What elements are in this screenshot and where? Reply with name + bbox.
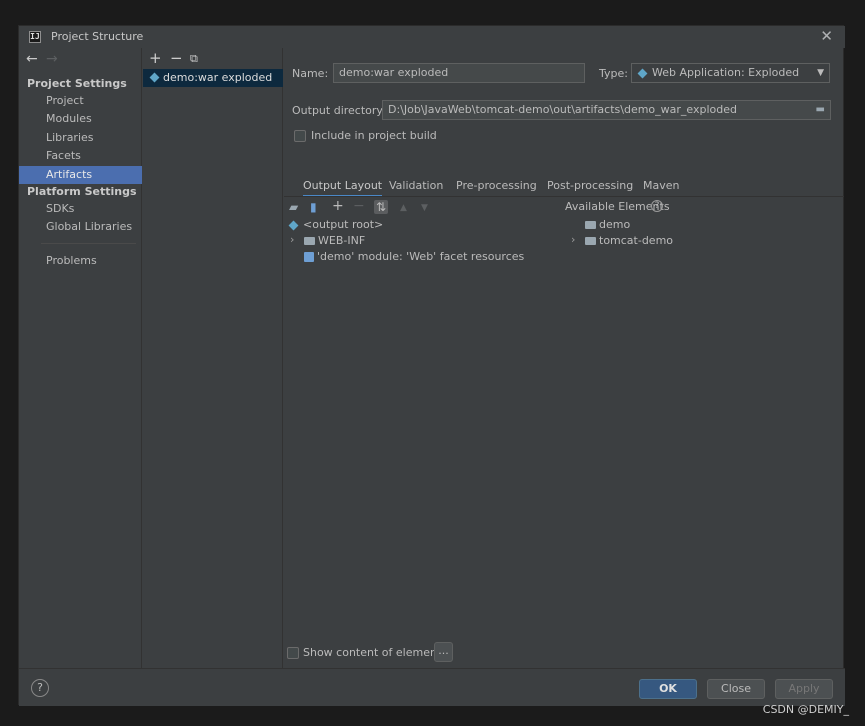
archive-icon[interactable]: ▮ [310,200,317,214]
sidebar-item-project[interactable]: Project [19,92,142,110]
sidebar-item-facets[interactable]: Facets [19,147,142,165]
tree-output-root[interactable]: <output root> [288,217,384,233]
remove-icon[interactable]: − [353,198,365,214]
chevron-down-icon: ▼ [817,68,824,78]
move-up-icon[interactable]: ▲ [400,203,407,213]
output-root-label: <output root> [303,218,384,231]
web-inf-label: WEB-INF [318,234,366,247]
output-dir-label: Output directory: [292,104,386,117]
tab-pre-processing[interactable]: Pre-processing [456,179,537,197]
available-tomcat-demo-label: tomcat-demo [599,234,674,247]
artifact-label: demo:war exploded [163,71,273,84]
name-label: Name: [292,67,329,80]
dialog-button-bar: ? OK Close Apply [19,668,845,706]
show-content-checkbox[interactable] [287,647,299,659]
add-icon[interactable]: + [149,49,162,67]
available-item-tomcat-demo[interactable]: tomcat-demo [585,233,673,249]
watermark: CSDN @DEMIY_ [762,703,849,716]
folder-icon [304,237,315,245]
help-button[interactable]: ? [31,679,49,697]
forward-arrow-icon[interactable]: → [46,51,58,67]
back-arrow-icon[interactable]: ← [26,51,38,67]
sidebar-item-modules[interactable]: Modules [19,110,142,128]
title-bar: IJ Project Structure ✕ [19,26,845,48]
show-content-options-button[interactable]: ... [434,642,453,662]
type-value: Web Application: Exploded [652,66,800,79]
chevron-right-icon[interactable]: › [571,233,575,246]
tab-post-processing[interactable]: Post-processing [547,179,633,197]
window-title: Project Structure [51,30,144,43]
project-structure-dialog: IJ Project Structure ✕ ← → Project Setti… [18,25,845,706]
browse-folder-icon[interactable]: ▬ [816,101,825,119]
tab-validation[interactable]: Validation [389,179,443,197]
platform-settings-header: Platform Settings [27,185,137,198]
show-content-label: Show content of elements [303,646,447,659]
intellij-icon: IJ [29,31,41,43]
add-icon[interactable]: + [332,198,344,214]
settings-sidebar: ← → Project Settings Project Modules Lib… [19,48,142,668]
tab-output-layout[interactable]: Output Layout [303,179,383,197]
facet-resources-label: 'demo' module: 'Web' facet resources [317,250,525,263]
type-select[interactable]: Web Application: Exploded ▼ [631,63,830,83]
new-folder-icon[interactable]: ▰ [289,200,298,214]
output-dir-field[interactable]: D:\Job\JavaWeb\tomcat-demo\out\artifacts… [382,100,831,120]
move-down-icon[interactable]: ▼ [421,203,428,213]
available-item-demo[interactable]: demo [585,217,630,233]
output-dir-value: D:\Job\JavaWeb\tomcat-demo\out\artifacts… [388,103,738,116]
sidebar-item-artifacts[interactable]: Artifacts [19,166,142,184]
web-facet-icon [304,252,314,262]
tab-maven[interactable]: Maven [643,179,679,197]
include-build-checkbox[interactable] [294,130,306,142]
name-field[interactable]: demo:war exploded [333,63,585,83]
sidebar-item-sdks[interactable]: SDKs [19,200,142,218]
remove-icon[interactable]: − [170,49,183,67]
help-icon[interactable]: ? [651,200,663,212]
type-label: Type: [599,67,628,80]
sidebar-separator [41,243,136,244]
artifact-details: Name: demo:war exploded Type: Web Applic… [284,48,844,668]
artifacts-list-panel: + − ⧉ demo:war exploded [143,48,283,668]
output-root-icon [288,220,299,230]
available-demo-label: demo [599,218,631,231]
close-icon[interactable]: ✕ [820,27,833,45]
web-app-icon [637,68,648,79]
project-settings-header: Project Settings [27,77,127,90]
chevron-right-icon[interactable]: › [290,233,294,246]
ok-button[interactable]: OK [639,679,697,699]
tab-divider [284,196,844,197]
module-folder-icon [585,237,596,245]
artifact-icon [149,72,160,83]
copy-icon[interactable]: ⧉ [190,52,198,66]
tree-web-inf[interactable]: WEB-INF [304,233,365,249]
apply-button[interactable]: Apply [775,679,833,699]
sidebar-item-libraries[interactable]: Libraries [19,129,142,147]
sidebar-item-problems[interactable]: Problems [19,252,142,270]
module-folder-icon [585,221,596,229]
close-button[interactable]: Close [707,679,765,699]
artifact-list-item[interactable]: demo:war exploded [143,69,283,87]
tree-facet-resources[interactable]: 'demo' module: 'Web' facet resources [304,249,524,265]
sidebar-item-global-libraries[interactable]: Global Libraries [19,218,142,236]
sort-icon[interactable]: ⇅ [374,200,389,214]
include-build-label: Include in project build [311,129,437,142]
